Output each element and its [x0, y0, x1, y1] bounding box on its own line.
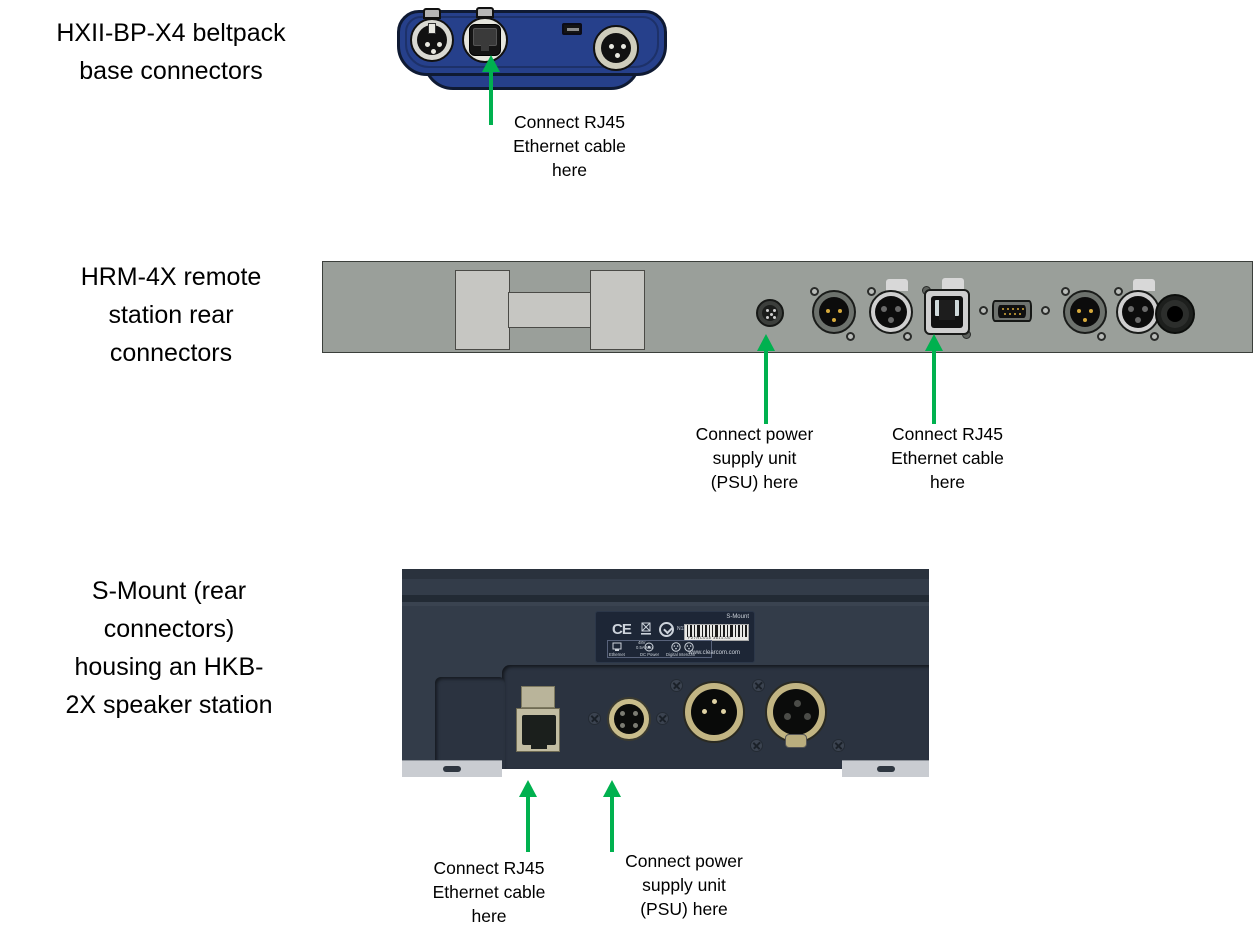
- callout-hrm-psu: Connect power supply unit (PSU) here: [695, 424, 814, 492]
- smount-screw: [750, 739, 763, 752]
- hrm-h-cutout: [455, 270, 645, 350]
- xlr-female-bore: [1122, 296, 1154, 328]
- xlr-male-bore: [819, 297, 849, 327]
- xlr-female-bore: [773, 689, 819, 735]
- hrm-db9-serial-connector: [992, 300, 1032, 322]
- plate-product-name: S-Mount: [726, 614, 749, 620]
- smount-rj45-connector: [516, 686, 560, 752]
- db9-bore: [998, 305, 1026, 318]
- hrm-screw: [1097, 332, 1106, 341]
- smount-din-power-connector: [607, 697, 651, 741]
- plate-url: www.clearcom.com: [688, 650, 740, 656]
- section-title-beltpack: HXII-BP-X4 beltpack base connectors: [56, 19, 286, 85]
- xlr-male-bore: [1070, 297, 1100, 327]
- ce-mark-icon: CE: [612, 621, 632, 638]
- rj45-key: [481, 43, 489, 51]
- smount-label-plate: S-Mount CE N136 F27RC018 3611-00 Etherne…: [595, 611, 755, 663]
- callout-smount-psu: Connect power supply unit (PSU) here: [625, 851, 743, 919]
- hrm-screw: [1041, 306, 1050, 315]
- arrow-smount-psu: [603, 780, 621, 852]
- rj45-clip: [521, 686, 555, 708]
- hrm-screw: [903, 332, 912, 341]
- section-title-smount: S-Mount (rear connectors) housing an HKB…: [65, 577, 273, 719]
- smount-screw: [670, 679, 683, 692]
- device-s-mount-housing: S-Mount CE N136 F27RC018 3611-00 Etherne…: [402, 569, 929, 777]
- hrm-screw: [810, 287, 819, 296]
- hrm-xlr-female-1: [869, 290, 913, 334]
- smount-xlr-male-connector: [683, 681, 745, 743]
- hrm-screw: [1061, 287, 1070, 296]
- hrm-xlr-female-2: [1116, 290, 1160, 334]
- rj45-tab: [531, 739, 547, 749]
- smount-ethernet-recess: [435, 677, 505, 769]
- hrm-screw: [1114, 287, 1123, 296]
- jack-hole: [1167, 306, 1183, 322]
- xlr-female-bore: [875, 296, 907, 328]
- beltpack-xlr-male-connector: [593, 25, 639, 71]
- xlr-male-bore: [691, 689, 737, 735]
- hrm-quarter-inch-jack: [1155, 294, 1195, 334]
- c-tick-icon: [659, 622, 674, 637]
- device-hxii-bp-x4-beltpack: [397, 4, 667, 90]
- smount-screw: [752, 679, 765, 692]
- plate-label-dcpower: DC Power: [640, 652, 660, 657]
- smount-screw: [588, 712, 601, 725]
- hrm-screw: [979, 306, 988, 315]
- xlr-female-latch: [785, 734, 807, 748]
- smount-lip-highlight: [402, 602, 929, 606]
- weee-bin-icon: [641, 622, 651, 635]
- xlr-female-latch: [428, 23, 436, 34]
- smount-xlr-female-connector: [765, 681, 827, 748]
- hrm-din-power-connector: [756, 299, 784, 327]
- smount-screw: [656, 712, 669, 725]
- hrm-screw: [1150, 332, 1159, 341]
- plate-barcode: F27RC018 3611-00: [684, 624, 749, 641]
- arrow-hrm-rj45: [925, 334, 943, 424]
- rj45-key: [939, 300, 955, 320]
- beltpack-usb-port: [562, 23, 582, 35]
- xlr-male-bore: [601, 33, 631, 63]
- section-title-hrm4x: HRM-4X remote station rear connectors: [80, 263, 262, 367]
- hrm-xlr-male-2: [1063, 290, 1107, 334]
- smount-lip-shadow: [402, 595, 929, 602]
- plate-label-ethernet: Ethernet: [609, 652, 625, 657]
- arrow-hrm-psu: [757, 334, 775, 424]
- din-bore: [614, 704, 644, 734]
- callout-hrm-rj45: Connect RJ45 Ethernet cable here: [891, 424, 1004, 492]
- hrm-rj45-connector: [924, 289, 970, 335]
- smount-screw: [832, 739, 845, 752]
- hrm-screw: [867, 287, 876, 296]
- callout-beltpack-rj45: Connect RJ45 Ethernet cable here: [513, 112, 626, 180]
- beltpack-xlr-female-connector: [410, 18, 454, 62]
- rj45-housing: [516, 708, 560, 752]
- smount-top-strip: [402, 569, 929, 579]
- smount-mounting-foot-right: [842, 760, 929, 777]
- callout-smount-rj45: Connect RJ45 Ethernet cable here: [432, 858, 546, 926]
- smount-mounting-foot-left: [402, 760, 502, 777]
- hrm-screw: [846, 332, 855, 341]
- arrow-smount-rj45: [519, 780, 537, 852]
- hrm-xlr-male-1: [812, 290, 856, 334]
- plate-current: 0.5A Max: [636, 644, 654, 650]
- device-hrm-4x-rear-panel: [322, 261, 1253, 353]
